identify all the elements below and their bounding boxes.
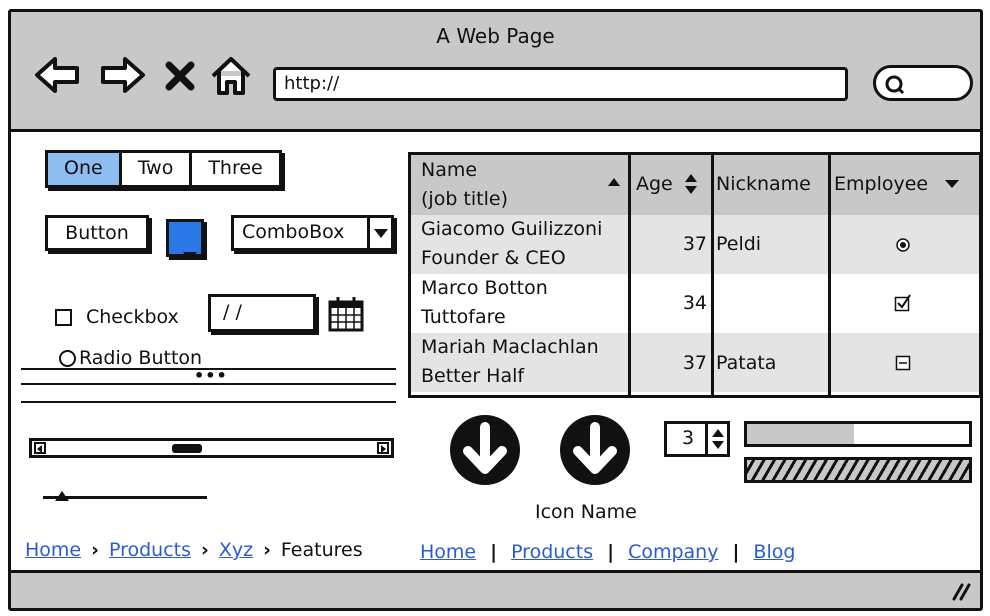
- chevron-down-icon[interactable]: [944, 179, 960, 189]
- color-picker-arrow-icon: [183, 252, 197, 260]
- radio-button[interactable]: Radio Button: [59, 347, 202, 369]
- chevron-right-icon: ›: [263, 539, 271, 561]
- column-header-nickname[interactable]: Nickname: [716, 170, 811, 199]
- collapse-box-icon[interactable]: [895, 355, 911, 371]
- scrollbar-thumb[interactable]: [172, 444, 202, 453]
- cell-name: Marco Botton: [421, 277, 548, 299]
- checkbox[interactable]: Checkbox: [55, 306, 179, 328]
- scroll-left-icon[interactable]: [34, 442, 46, 454]
- cell-job-title: Better Half: [421, 365, 525, 387]
- tab-bar: One Two Three: [45, 150, 282, 188]
- tab-two[interactable]: Two: [122, 153, 193, 185]
- indeterminate-progress-bar: [744, 457, 972, 483]
- column-header-name-line1: Name: [421, 159, 478, 181]
- button[interactable]: Button: [45, 215, 149, 251]
- window-title: A Web Page: [436, 24, 555, 48]
- column-header-name-line2: (job title): [421, 188, 508, 210]
- slider-knob[interactable]: [55, 491, 69, 501]
- back-icon[interactable]: [33, 55, 83, 95]
- stepper-value: 3: [682, 427, 695, 449]
- breadcrumb-products[interactable]: Products: [109, 539, 191, 561]
- link-separator: |: [490, 541, 498, 563]
- number-stepper[interactable]: 3: [664, 421, 730, 457]
- color-picker[interactable]: [166, 219, 204, 260]
- breadcrumb-xyz[interactable]: Xyz: [219, 539, 253, 561]
- cell-name: Mariah Maclachlan: [421, 336, 599, 358]
- link-blog[interactable]: Blog: [753, 541, 795, 563]
- link-home[interactable]: Home: [420, 541, 476, 563]
- chevron-right-icon: ›: [91, 539, 99, 561]
- column-header-age[interactable]: Age: [636, 170, 673, 199]
- link-separator: |: [732, 541, 740, 563]
- link-products[interactable]: Products: [511, 541, 593, 563]
- divider: [21, 401, 396, 403]
- breadcrumb-current: Features: [280, 539, 363, 561]
- data-table: Name (job title) Age Nickname Employee G…: [408, 152, 982, 398]
- sort-icon[interactable]: [684, 173, 698, 195]
- combobox[interactable]: ComboBox: [231, 215, 394, 251]
- cell-nickname: Patata: [716, 352, 777, 374]
- address-bar[interactable]: http://: [273, 67, 848, 101]
- forward-icon[interactable]: [97, 55, 147, 95]
- column-header-name[interactable]: Name (job title): [421, 156, 508, 214]
- column-divider: [711, 155, 714, 395]
- page-content: One Two Three Button ComboBox Checkbox /…: [11, 135, 982, 573]
- browser-toolbar: A Web Page http://: [11, 12, 980, 132]
- status-bar: [11, 570, 980, 608]
- home-icon[interactable]: [209, 54, 253, 98]
- checkbox-label: Checkbox: [86, 306, 179, 328]
- search-field[interactable]: [873, 65, 973, 101]
- link-company[interactable]: Company: [628, 541, 718, 563]
- chevron-down-icon[interactable]: [367, 218, 391, 248]
- search-icon: [885, 75, 905, 95]
- arrow-circle-down-icon[interactable]: [448, 413, 522, 487]
- calendar-icon[interactable]: [327, 295, 365, 333]
- icon-name-label: Icon Name: [535, 501, 637, 523]
- cell-job-title: Tuttofare: [421, 306, 506, 328]
- cell-age: 37: [682, 352, 707, 374]
- radio-circle[interactable]: [59, 349, 76, 367]
- column-header-employee[interactable]: Employee: [834, 170, 928, 199]
- cell-nickname: Peldi: [716, 233, 762, 255]
- breadcrumb: Home › Products › Xyz › Features: [25, 539, 363, 561]
- cell-age: 37: [682, 233, 707, 255]
- stepper-arrows-icon[interactable]: [705, 424, 727, 454]
- date-field[interactable]: / /: [208, 294, 316, 332]
- tab-three[interactable]: Three: [192, 153, 278, 185]
- stop-icon[interactable]: [163, 59, 197, 93]
- sort-ascending-icon[interactable]: [607, 177, 621, 187]
- radio-selected-icon[interactable]: [895, 237, 911, 253]
- checkbox-box[interactable]: [55, 308, 72, 326]
- column-divider: [828, 155, 831, 395]
- divider: [21, 383, 396, 385]
- resize-grip-icon[interactable]: [950, 581, 972, 601]
- radio-label: Radio Button: [79, 347, 203, 369]
- slider[interactable]: [43, 491, 207, 501]
- scroll-right-icon[interactable]: [377, 442, 389, 454]
- link-bar: Home | Products | Company | Blog: [420, 541, 795, 563]
- combobox-label: ComboBox: [242, 221, 345, 243]
- chevron-right-icon: ›: [201, 539, 209, 561]
- cell-age: 34: [682, 292, 707, 314]
- arrow-circle-down-icon[interactable]: [558, 413, 632, 487]
- cell-job-title: Founder & CEO: [421, 247, 566, 269]
- link-separator: |: [607, 541, 615, 563]
- breadcrumb-home[interactable]: Home: [25, 539, 81, 561]
- checkbox-checked-icon[interactable]: [894, 294, 912, 312]
- progress-fill: [747, 424, 854, 444]
- browser-window: A Web Page http:// One Two Three Button: [8, 9, 983, 611]
- cell-name: Giacomo Guilizzoni: [421, 218, 603, 240]
- horizontal-scrollbar[interactable]: [29, 438, 394, 458]
- tab-one[interactable]: One: [48, 153, 122, 185]
- progress-bar: [744, 421, 972, 447]
